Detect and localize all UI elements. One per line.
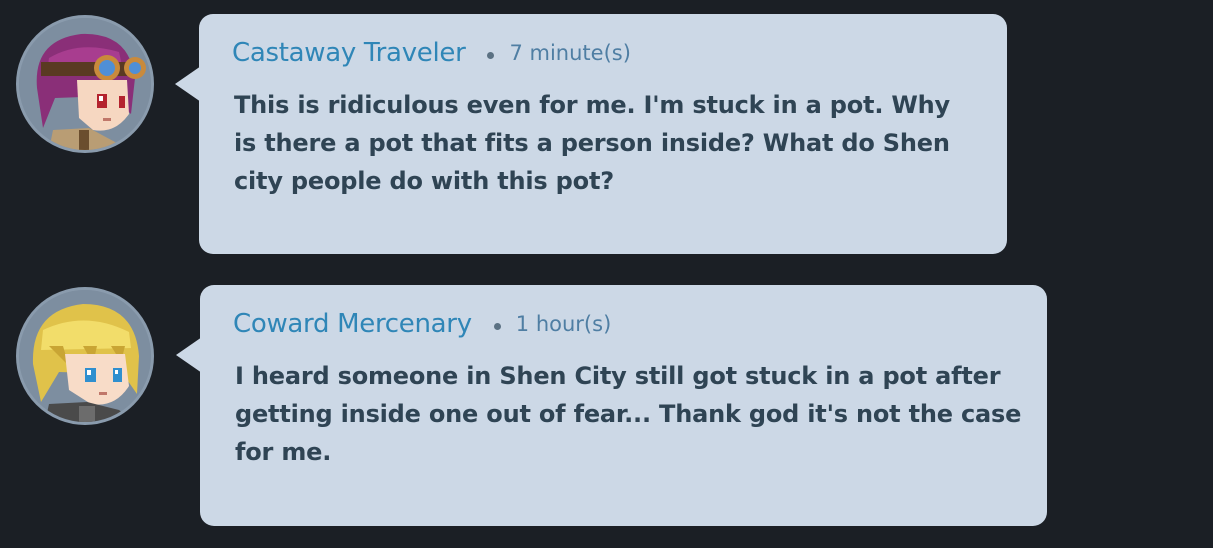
- comment-bubble: Coward Mercenary 1 hour(s) I heard someo…: [176, 285, 1047, 526]
- comment-meta: Castaway Traveler 7 minute(s): [232, 38, 631, 68]
- timestamp: 1 hour(s): [515, 312, 612, 336]
- comment-meta: Coward Mercenary 1 hour(s): [233, 309, 611, 339]
- separator-dot: [487, 51, 495, 59]
- blonde-haired-character-icon: [19, 290, 151, 422]
- comment-bubble: Castaway Traveler 7 minute(s) This is ri…: [175, 14, 1007, 254]
- comment-text: This is ridiculous even for me. I'm stuc…: [234, 91, 950, 195]
- timestamp: 7 minute(s): [509, 41, 631, 65]
- pink-haired-goggles-character-icon: [19, 18, 151, 150]
- author-name[interactable]: Castaway Traveler: [232, 38, 466, 68]
- author-name[interactable]: Coward Mercenary: [233, 309, 472, 339]
- separator-dot: [493, 322, 501, 330]
- avatar-castaway-traveler[interactable]: [16, 15, 154, 153]
- comment-feed: Castaway Traveler 7 minute(s) This is ri…: [0, 0, 1213, 548]
- comment-text: I heard someone in Shen City still got s…: [235, 362, 1022, 466]
- avatar-coward-mercenary[interactable]: [16, 287, 154, 425]
